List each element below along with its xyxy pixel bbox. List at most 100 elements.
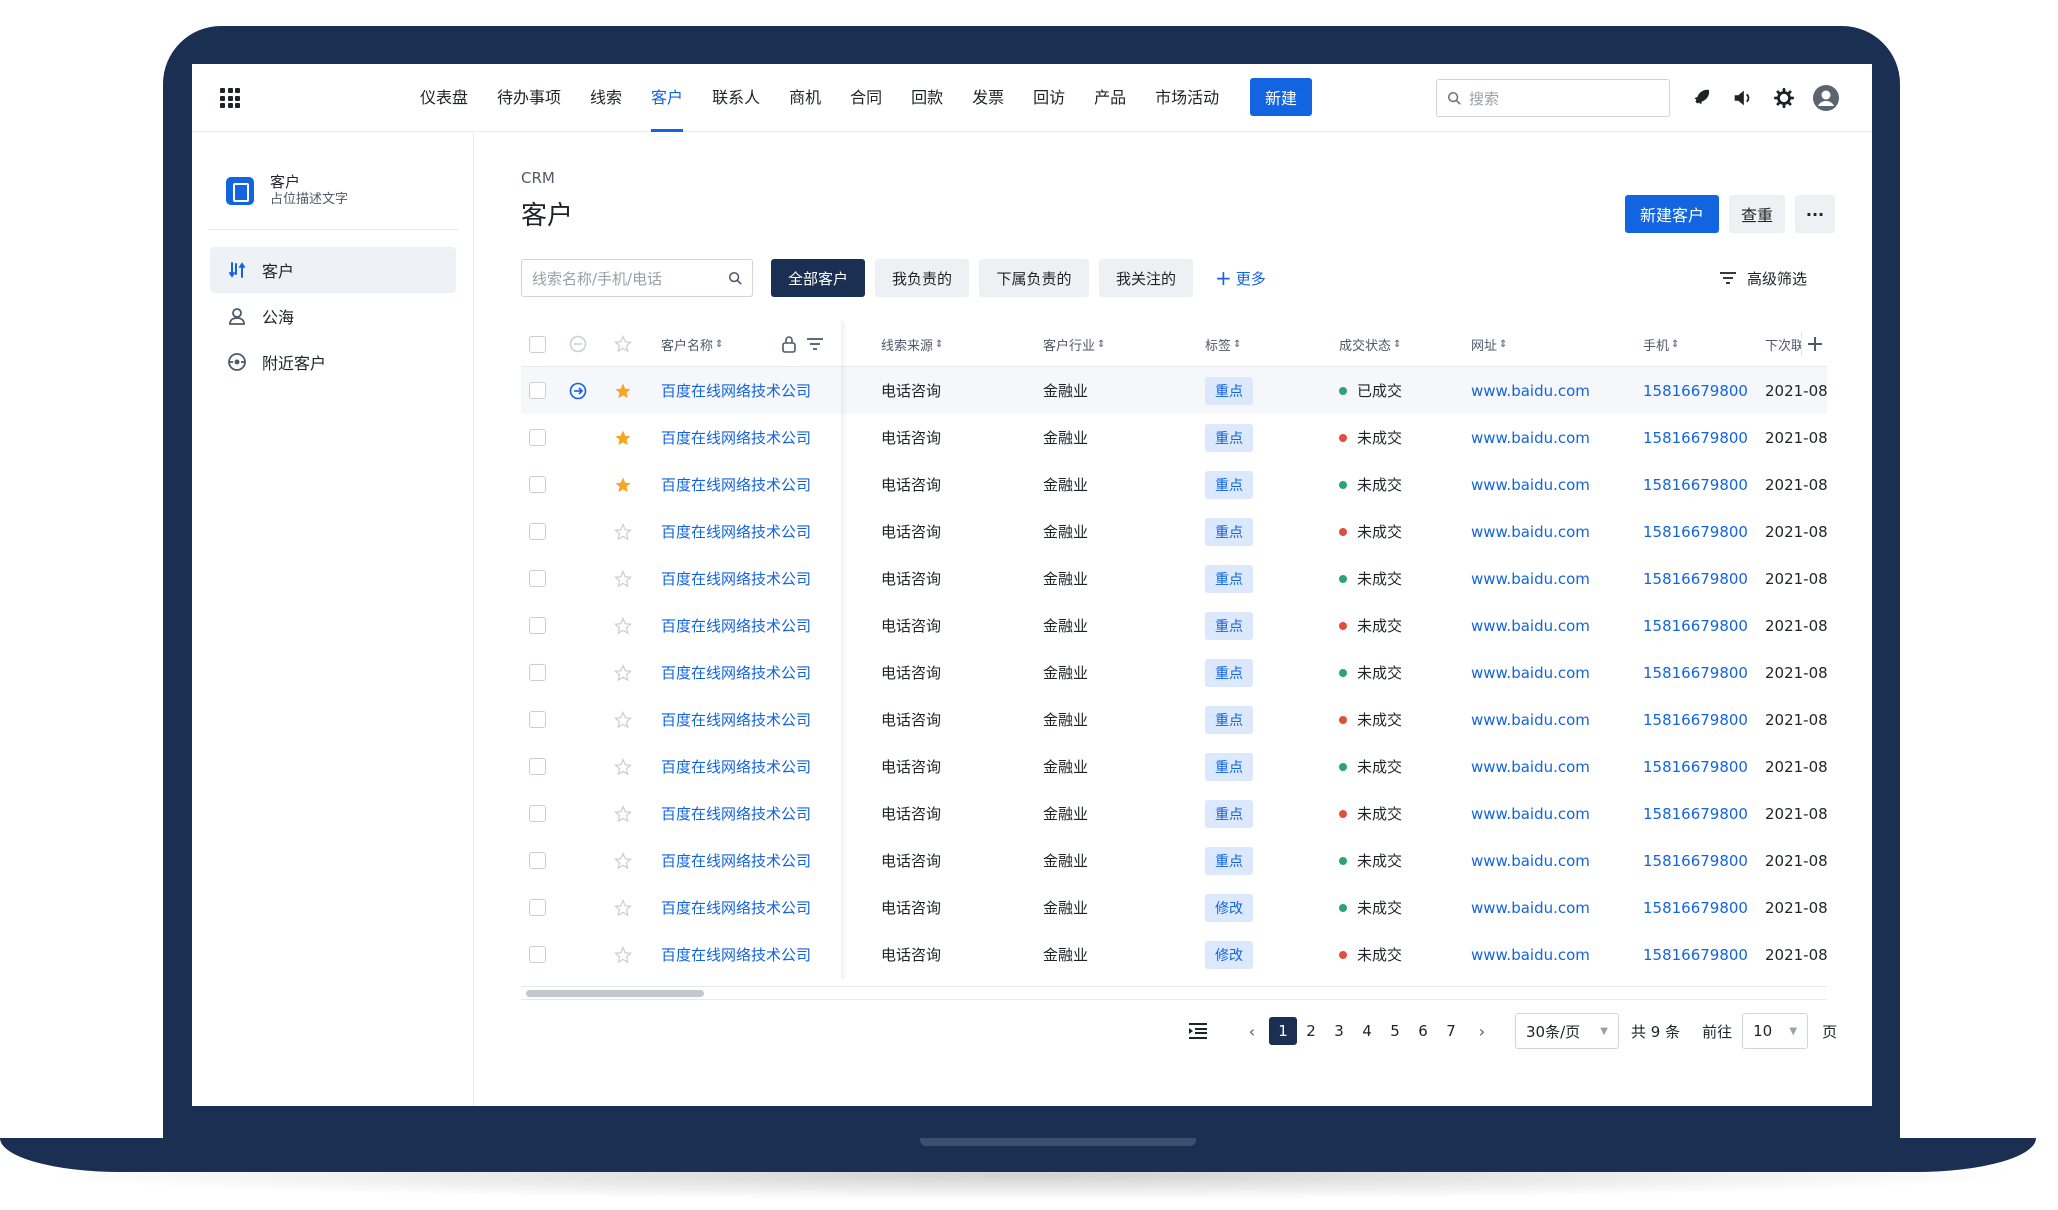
nav-item[interactable]: 市场活动 <box>1155 64 1219 132</box>
nav-item[interactable]: 客户 <box>651 64 684 132</box>
filter-chip-all[interactable]: 全部客户 <box>771 259 865 297</box>
phone-link[interactable]: 15816679800 <box>1643 555 1748 602</box>
phone-link[interactable]: 15816679800 <box>1643 743 1748 790</box>
more-filters-link[interactable]: + 更多 <box>1215 259 1266 297</box>
phone-link[interactable]: 15816679800 <box>1643 884 1748 931</box>
nav-item[interactable]: 回款 <box>911 64 943 132</box>
customer-search-input[interactable]: 线索名称/手机/电话 <box>521 259 753 297</box>
customer-name-link[interactable]: 百度在线网络技术公司 <box>661 743 811 790</box>
col-header-industry[interactable]: 客户行业 ⇕ <box>1043 321 1105 367</box>
website-link[interactable]: www.baidu.com <box>1471 837 1590 884</box>
col-header-name[interactable]: 客户名称 ⇕ <box>661 321 723 367</box>
phone-link[interactable]: 15816679800 <box>1643 931 1748 978</box>
page-number[interactable]: 2 <box>1297 1017 1325 1045</box>
col-header-next-contact[interactable]: 下次联 <box>1765 321 1804 367</box>
gear-icon[interactable] <box>1770 84 1798 112</box>
customer-name-link[interactable]: 百度在线网络技术公司 <box>661 931 811 978</box>
phone-link[interactable]: 15816679800 <box>1643 461 1748 508</box>
nav-item[interactable]: 联系人 <box>712 64 760 132</box>
row-checkbox[interactable] <box>529 758 546 775</box>
star-filled-icon[interactable] <box>614 367 632 414</box>
customer-name-link[interactable]: 百度在线网络技术公司 <box>661 649 811 696</box>
nav-item[interactable]: 回访 <box>1033 64 1065 132</box>
sidebar-item-public-pool[interactable]: 公海 <box>210 293 456 339</box>
star-icon[interactable] <box>614 696 632 743</box>
row-checkbox[interactable] <box>529 852 546 869</box>
customer-name-link[interactable]: 百度在线网络技术公司 <box>661 461 811 508</box>
customer-name-link[interactable]: 百度在线网络技术公司 <box>661 414 811 461</box>
customer-name-link[interactable]: 百度在线网络技术公司 <box>661 790 811 837</box>
customer-name-link[interactable]: 百度在线网络技术公司 <box>661 555 811 602</box>
star-icon[interactable] <box>614 602 632 649</box>
phone-link[interactable]: 15816679800 <box>1643 367 1748 414</box>
nav-item[interactable]: 仪表盘 <box>420 64 468 132</box>
lock-icon[interactable] <box>781 335 797 353</box>
nav-item[interactable]: 产品 <box>1094 64 1126 132</box>
filter-chip-mine[interactable]: 我负责的 <box>875 259 969 297</box>
phone-link[interactable]: 15816679800 <box>1643 414 1748 461</box>
table-row[interactable]: 百度在线网络技术公司 电话咨询 金融业 重点 未成交 www.baidu.com 15816… <box>521 555 1828 602</box>
table-row[interactable]: 百度在线网络技术公司 电话咨询 金融业 重点 未成交 www.baidu.com 15816… <box>521 837 1828 884</box>
customer-name-link[interactable]: 百度在线网络技术公司 <box>661 884 811 931</box>
page-number[interactable]: 7 <box>1437 1017 1465 1045</box>
row-checkbox[interactable] <box>529 382 546 399</box>
row-checkbox[interactable] <box>529 617 546 634</box>
col-header-website[interactable]: 网址 ⇕ <box>1471 321 1507 367</box>
table-row[interactable]: 百度在线网络技术公司 电话咨询 金融业 修改 未成交 www.baidu.com 15816… <box>521 931 1828 978</box>
website-link[interactable]: www.baidu.com <box>1471 555 1590 602</box>
star-icon[interactable] <box>614 555 632 602</box>
page-number[interactable]: 4 <box>1353 1017 1381 1045</box>
website-link[interactable]: www.baidu.com <box>1471 884 1590 931</box>
row-checkbox[interactable] <box>529 711 546 728</box>
phone-link[interactable]: 15816679800 <box>1643 790 1748 837</box>
goto-page-input[interactable]: 10 ▼ <box>1742 1013 1809 1049</box>
customer-name-link[interactable]: 百度在线网络技术公司 <box>661 367 811 414</box>
star-icon[interactable] <box>614 884 632 931</box>
phone-link[interactable]: 15816679800 <box>1643 649 1748 696</box>
global-search-input[interactable]: 搜索 <box>1436 79 1670 117</box>
nav-item[interactable]: 发票 <box>972 64 1004 132</box>
row-checkbox[interactable] <box>529 946 546 963</box>
row-checkbox[interactable] <box>529 570 546 587</box>
customer-name-link[interactable]: 百度在线网络技术公司 <box>661 837 811 884</box>
page-number[interactable]: 3 <box>1325 1017 1353 1045</box>
website-link[interactable]: www.baidu.com <box>1471 790 1590 837</box>
col-header-status[interactable]: 成交状态 ⇕ <box>1339 321 1401 367</box>
website-link[interactable]: www.baidu.com <box>1471 602 1590 649</box>
star-icon[interactable] <box>614 837 632 884</box>
col-header-phone[interactable]: 手机 ⇕ <box>1643 321 1679 367</box>
website-link[interactable]: www.baidu.com <box>1471 461 1590 508</box>
phone-link[interactable]: 15816679800 <box>1643 602 1748 649</box>
table-row[interactable]: 百度在线网络技术公司 电话咨询 金融业 重点 未成交 www.baidu.com 15816… <box>521 508 1828 555</box>
table-row[interactable]: 百度在线网络技术公司 电话咨询 金融业 重点 未成交 www.baidu.com 15816… <box>521 790 1828 837</box>
new-customer-button[interactable]: 新建客户 <box>1625 195 1719 233</box>
website-link[interactable]: www.baidu.com <box>1471 743 1590 790</box>
phone-link[interactable]: 15816679800 <box>1643 508 1748 555</box>
website-link[interactable]: www.baidu.com <box>1471 508 1590 555</box>
breadcrumb[interactable]: CRM <box>521 169 555 187</box>
phone-link[interactable]: 15816679800 <box>1643 837 1748 884</box>
page-number[interactable]: 6 <box>1409 1017 1437 1045</box>
column-filter-icon[interactable] <box>806 336 824 352</box>
row-checkbox[interactable] <box>529 476 546 493</box>
list-density-icon[interactable] <box>1183 1016 1213 1046</box>
star-icon[interactable] <box>614 743 632 790</box>
website-link[interactable]: www.baidu.com <box>1471 931 1590 978</box>
customer-name-link[interactable]: 百度在线网络技术公司 <box>661 696 811 743</box>
rocket-icon[interactable] <box>1686 84 1714 112</box>
table-row[interactable]: 百度在线网络技术公司 电话咨询 金融业 重点 未成交 www.baidu.com 15816… <box>521 461 1828 508</box>
website-link[interactable]: www.baidu.com <box>1471 696 1590 743</box>
nav-item[interactable]: 合同 <box>850 64 882 132</box>
sidebar-item-nearby[interactable]: 附近客户 <box>210 339 456 385</box>
app-grid-icon[interactable] <box>220 88 240 108</box>
table-row[interactable]: 百度在线网络技术公司 电话咨询 金融业 重点 未成交 www.baidu.com 15816… <box>521 602 1828 649</box>
table-row[interactable]: 百度在线网络技术公司 电话咨询 金融业 重点 未成交 www.baidu.com 15816… <box>521 414 1828 461</box>
scrollbar-thumb[interactable] <box>526 990 704 997</box>
sidebar-item-customers[interactable]: 客户 <box>210 247 456 293</box>
speaker-icon[interactable] <box>1728 84 1756 112</box>
dedupe-button[interactable]: 查重 <box>1729 195 1785 233</box>
website-link[interactable]: www.baidu.com <box>1471 649 1590 696</box>
row-checkbox[interactable] <box>529 429 546 446</box>
prev-page-icon[interactable]: ‹ <box>1243 1022 1261 1041</box>
filter-chip-subordinate[interactable]: 下属负责的 <box>979 259 1089 297</box>
